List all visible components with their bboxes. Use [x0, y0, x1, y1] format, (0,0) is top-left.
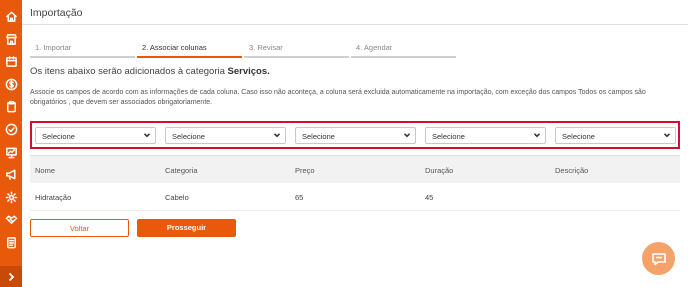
- step-import[interactable]: 1. Importar: [30, 41, 135, 58]
- column-select-value: Selecione: [42, 132, 75, 141]
- dollar-icon[interactable]: [4, 77, 18, 91]
- check-circle-icon[interactable]: [4, 122, 18, 136]
- column-header: Descrição: [555, 166, 589, 175]
- chevron-down-icon: [403, 131, 411, 139]
- info-title: Os itens abaixo serão adicionados à cate…: [30, 66, 270, 77]
- step-schedule[interactable]: 4. Agendar: [351, 41, 456, 58]
- chevron-down-icon: [533, 131, 541, 139]
- chevron-down-icon: [143, 131, 151, 139]
- step-review[interactable]: 3. Revisar: [244, 41, 349, 58]
- chevron-down-icon: [663, 131, 671, 139]
- column-select-value: Selecione: [432, 132, 465, 141]
- sidebar-expand-button[interactable]: [0, 266, 22, 287]
- home-icon[interactable]: [4, 9, 18, 23]
- proceed-button[interactable]: Prosseguir: [137, 219, 236, 237]
- column-select-1[interactable]: Selecione: [35, 127, 156, 144]
- column-select-value: Selecione: [562, 132, 595, 141]
- step-associate-columns[interactable]: 2. Associar colunas: [137, 41, 242, 58]
- column-header: Nome: [35, 166, 56, 175]
- column-select-3[interactable]: Selecione: [295, 127, 416, 144]
- store-icon[interactable]: [4, 32, 18, 46]
- column-select-4[interactable]: Selecione: [425, 127, 546, 144]
- megaphone-icon[interactable]: [4, 167, 18, 181]
- table-header: Nome Categoria Preço Duração Descrição: [30, 155, 680, 183]
- table-cell: 45: [425, 193, 434, 202]
- gear-icon[interactable]: [4, 190, 18, 204]
- presentation-icon[interactable]: [4, 145, 18, 159]
- column-header: Preço: [295, 166, 315, 175]
- column-header: Duração: [425, 166, 454, 175]
- table-cell: Cabelo: [165, 193, 189, 202]
- table-cell: 65: [295, 193, 304, 202]
- column-mapping-row: Selecione Selecione Selecione Selecione …: [30, 121, 680, 149]
- stepper: 1. Importar 2. Associar colunas 3. Revis…: [30, 41, 480, 58]
- column-select-5[interactable]: Selecione: [555, 127, 676, 144]
- chevron-right-icon: [5, 271, 17, 283]
- chat-icon: [651, 251, 667, 267]
- sidebar: [0, 0, 22, 287]
- clipboard-icon[interactable]: [4, 99, 18, 113]
- column-select-2[interactable]: Selecione: [165, 127, 286, 144]
- page-title: Importação: [30, 7, 83, 19]
- info-title-prefix: Os itens abaixo serão adicionados à cate…: [30, 66, 225, 77]
- back-button[interactable]: Voltar: [30, 219, 129, 237]
- main-content: Importação 1. Importar 2. Associar colun…: [22, 0, 688, 287]
- column-select-value: Selecione: [172, 132, 205, 141]
- table-cell: Hidratação: [35, 193, 72, 202]
- chevron-down-icon: [273, 131, 281, 139]
- info-title-category: Serviços.: [227, 66, 270, 77]
- table-row: Hidratação Cabelo 65 45: [30, 183, 680, 211]
- page-header: Importação: [22, 0, 688, 25]
- chat-button[interactable]: [642, 242, 675, 275]
- handshake-icon[interactable]: [4, 212, 18, 226]
- column-header: Categoria: [165, 166, 198, 175]
- calendar-icon[interactable]: [4, 54, 18, 68]
- column-select-value: Selecione: [302, 132, 335, 141]
- document-icon[interactable]: [4, 235, 18, 249]
- info-description: Associe os campos de acordo com as infor…: [30, 89, 646, 106]
